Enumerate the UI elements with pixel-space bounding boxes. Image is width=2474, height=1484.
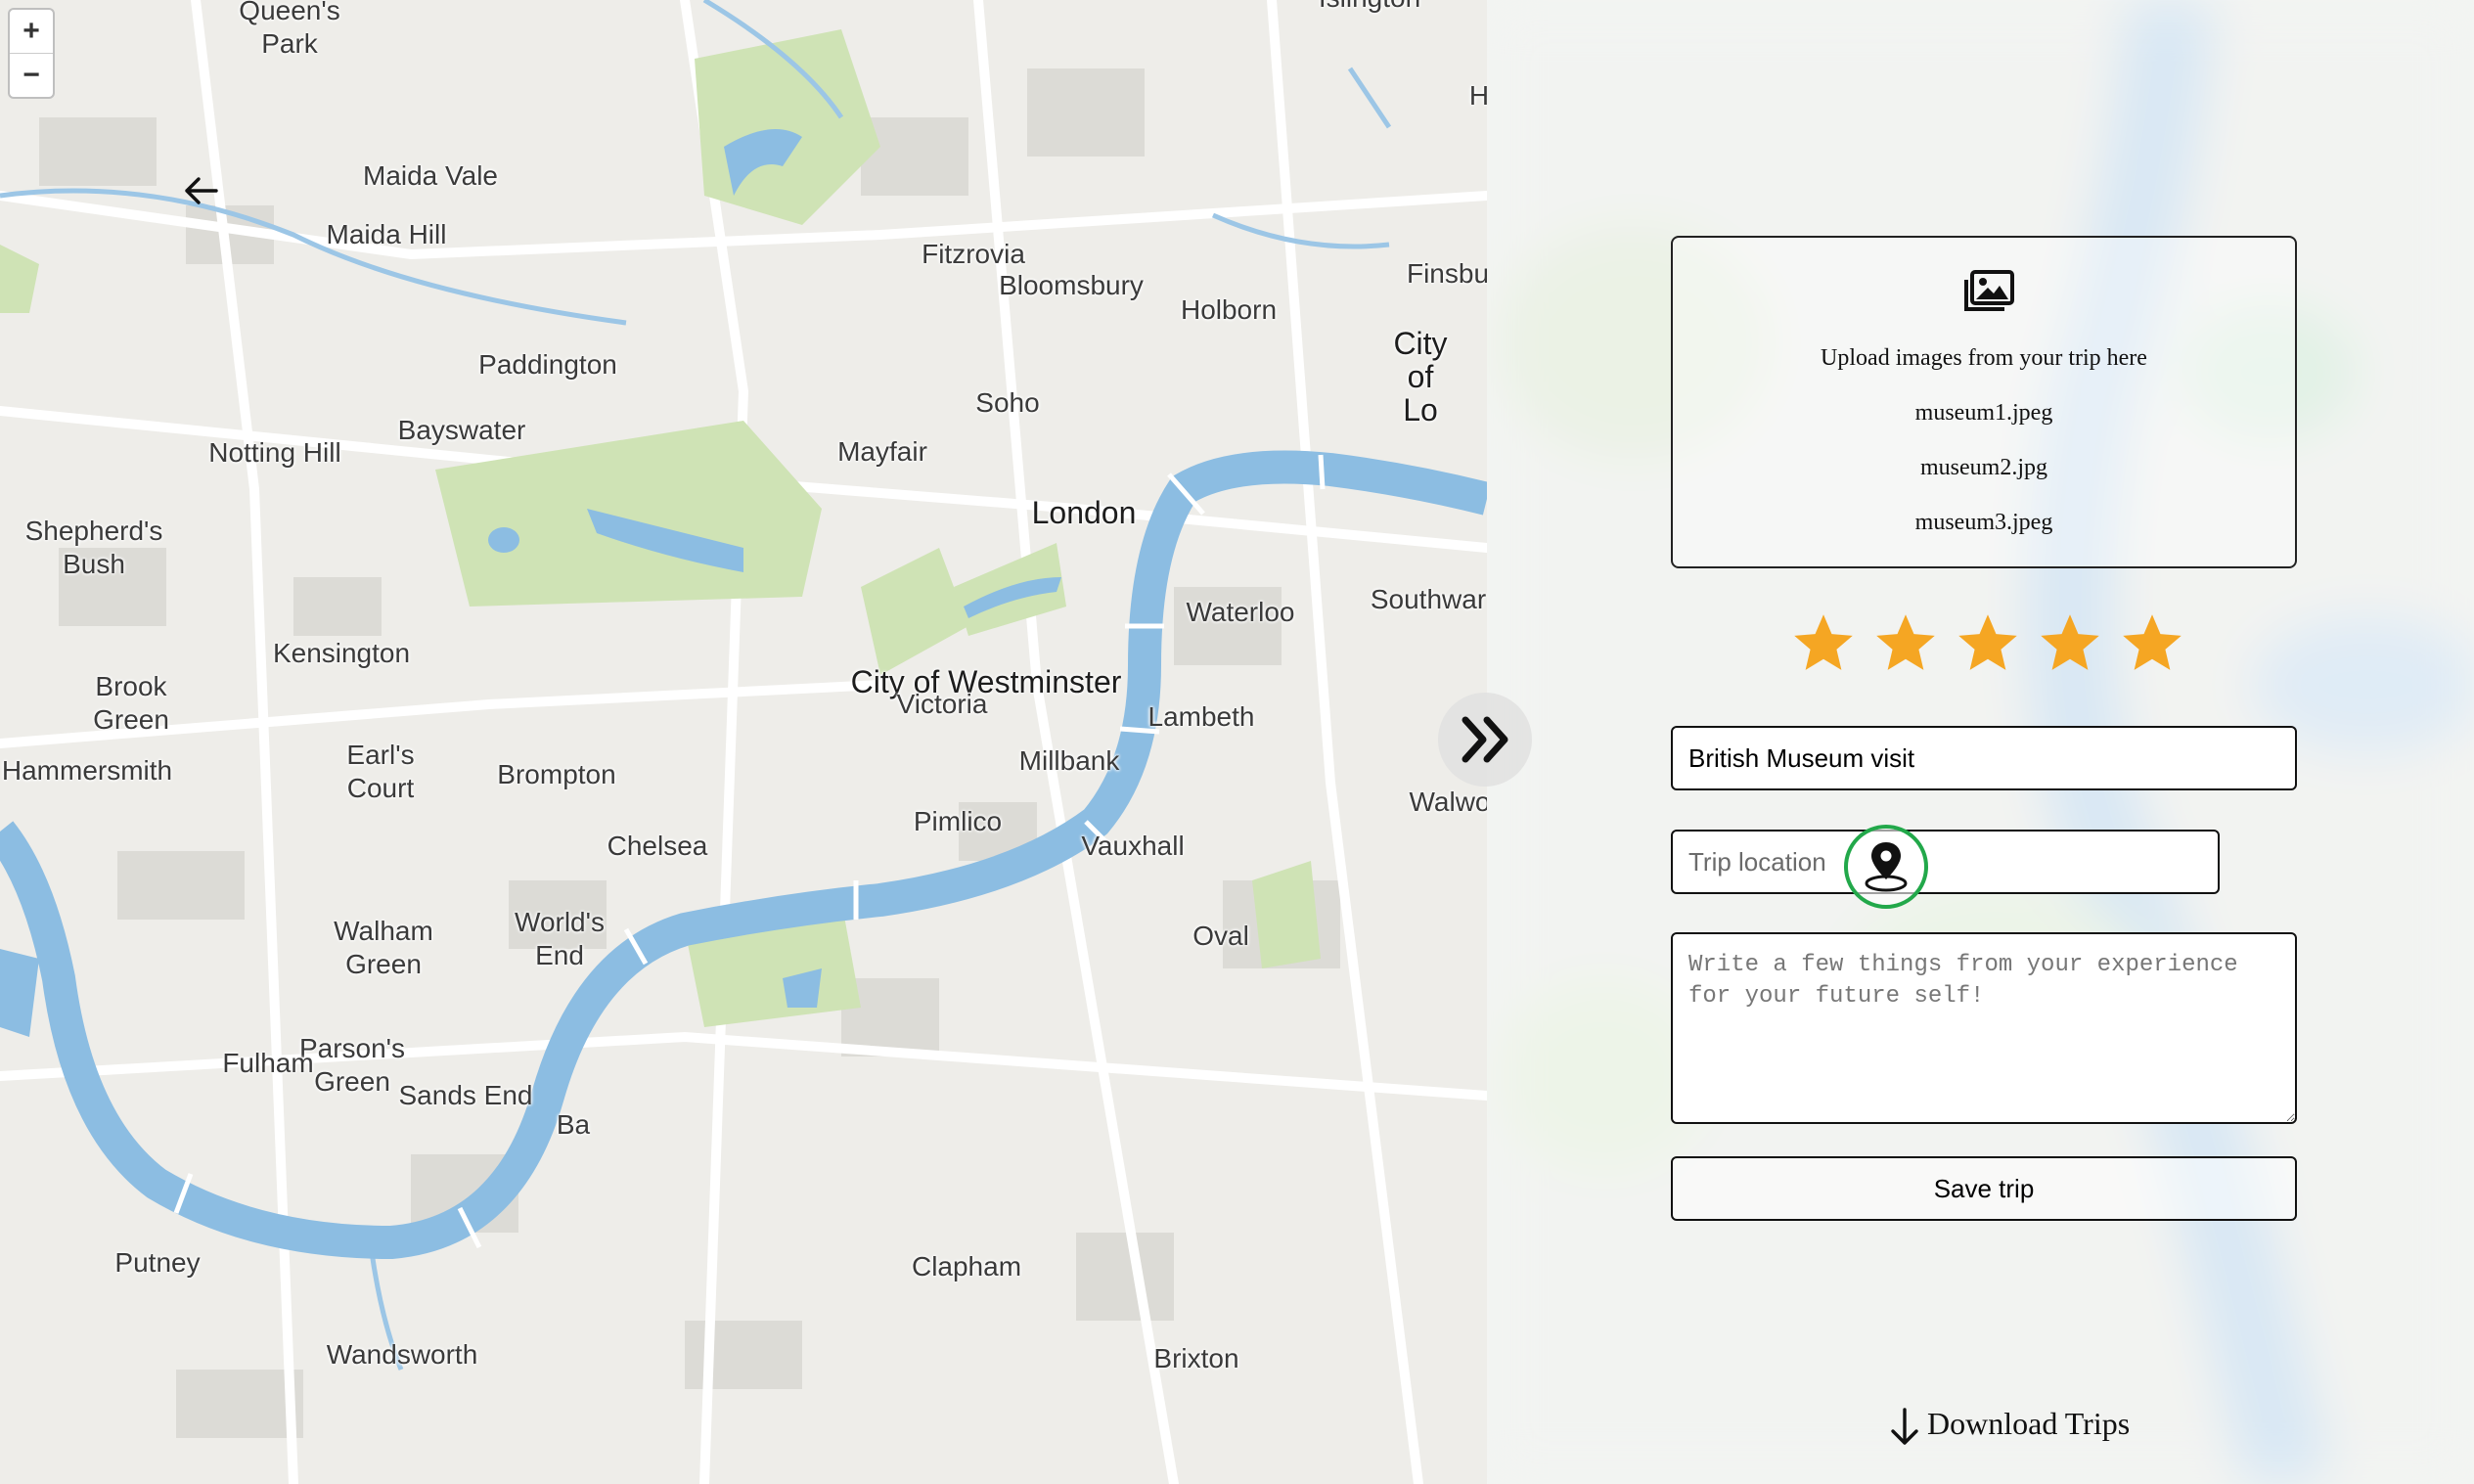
download-trips-label: Download Trips [1927, 1406, 2131, 1441]
map-label: Southwar [1370, 584, 1487, 614]
map-label: Clapham [911, 1251, 1022, 1282]
star-icon[interactable] [1871, 609, 1940, 678]
map-label: Millbank [1018, 745, 1120, 776]
map-label: Hammersmith [1, 755, 173, 786]
map-label: Fitzrovia [922, 239, 1025, 269]
map-label: Victoria [896, 689, 988, 719]
map-label: Maida Vale [362, 160, 499, 191]
map-label: City of Lo [1393, 326, 1448, 427]
trip-title-input[interactable] [1671, 726, 2297, 790]
map-label: Pimlico [913, 806, 1003, 836]
map-label: Wandsworth [326, 1339, 478, 1370]
panel-toggle-button[interactable] [1438, 693, 1532, 787]
map-label: Walwo [1409, 787, 1487, 817]
star-icon[interactable] [1789, 609, 1858, 678]
map-label: Brompton [497, 759, 616, 789]
map-label: Brixton [1153, 1343, 1239, 1373]
image-upload-area[interactable]: Upload images from your trip here museum… [1671, 236, 2297, 568]
map-label: Maida Hill [326, 219, 447, 249]
map-label: Vauxhall [1081, 831, 1185, 861]
map-label: Lambeth [1147, 701, 1255, 732]
star-icon[interactable] [1954, 609, 2022, 678]
map-label: Paddington [478, 349, 617, 380]
upload-hint: Upload images from your trip here [1821, 345, 2147, 371]
arrow-down-icon [1891, 1407, 1918, 1445]
map-label: Queen's Park [239, 0, 340, 59]
download-trips-link[interactable]: Download Trips [1888, 1399, 2130, 1448]
map-label: Brook Green [93, 671, 169, 735]
map-label: Putney [114, 1247, 201, 1278]
zoom-control: + − [8, 8, 55, 99]
map-label: Bayswater [397, 415, 526, 445]
map-label: Holborn [1180, 294, 1278, 325]
save-trip-button[interactable]: Save trip [1671, 1156, 2297, 1221]
map-label: Notting Hill [208, 437, 341, 468]
trip-location-input[interactable] [1671, 830, 2220, 894]
zoom-out-button[interactable]: − [10, 53, 53, 97]
map-label: Shepherd's Bush [24, 516, 163, 579]
map-label: Earl's Court [346, 740, 415, 803]
map-label: World's End [515, 907, 605, 970]
map-label: Mayfair [837, 436, 927, 467]
map-label: Kensington [272, 638, 411, 668]
uploaded-file-name: museum1.jpeg [1914, 400, 2053, 426]
map-label: Parson's Green [298, 1033, 406, 1097]
locate-button[interactable] [1844, 825, 1928, 909]
star-icon[interactable] [2118, 609, 2186, 678]
map-label: H [1468, 80, 1487, 111]
star-icon[interactable] [2036, 609, 2104, 678]
map-label: Oval [1192, 921, 1249, 951]
map-label: Soho [975, 387, 1040, 418]
arrow-left-icon[interactable] [181, 171, 220, 210]
map-label: Waterloo [1186, 597, 1295, 627]
map-view[interactable]: Queen's Park Maida Vale Maida Hill Fitzr… [0, 0, 1487, 1484]
map-label: Sands End [398, 1080, 533, 1110]
map-label: Ba [556, 1109, 591, 1140]
map-label: Finsbu [1406, 258, 1487, 289]
uploaded-file-name: museum2.jpg [1920, 455, 2047, 480]
map-label: Bloomsbury [999, 270, 1144, 300]
map-label: Walham Green [334, 916, 433, 979]
zoom-in-button[interactable]: + [10, 10, 53, 53]
map-label: Fulham [222, 1048, 314, 1078]
map-pin-icon [1865, 842, 1908, 892]
trip-notes-textarea[interactable] [1671, 932, 2297, 1124]
map-label: London [1031, 495, 1137, 530]
double-chevron-right-icon [1462, 716, 1508, 763]
uploaded-file-name: museum3.jpeg [1914, 510, 2053, 535]
image-gallery-icon [1964, 270, 2014, 311]
map-label: Chelsea [607, 831, 708, 861]
map-tiles [0, 0, 1487, 1484]
map-label: Islington [1319, 0, 1420, 15]
